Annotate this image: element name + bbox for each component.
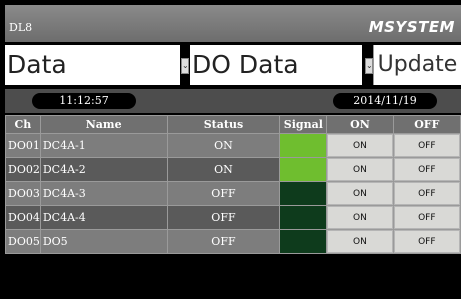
hmi-screen: DL8 MSYSTEM Data ⌄ DO Data ⌄ Update 11:1… [5, 5, 461, 299]
on-cell: ON [326, 157, 394, 182]
channel-cell: DO01 [5, 133, 41, 158]
name-cell: DO5 [39, 229, 168, 254]
on-button[interactable]: ON [327, 230, 393, 253]
name-cell: DC4A-3 [39, 181, 168, 206]
status-cell: OFF [166, 181, 281, 206]
off-cell: OFF [392, 229, 461, 254]
table-row: DO01 DC4A-1 ON ON OFF [5, 133, 461, 158]
off-cell: OFF [392, 157, 461, 182]
table-row: DO02 DC4A-2 ON ON OFF [5, 157, 461, 182]
signal-indicator [280, 230, 327, 253]
header-signal: Signal [279, 115, 328, 134]
signal-indicator [280, 134, 327, 157]
view-dropdown-arrow-icon[interactable]: ⌄ [365, 58, 373, 74]
msystem-logo: MSYSTEM [368, 18, 455, 36]
status-cell: OFF [166, 229, 281, 254]
table-header-row: Ch Name Status Signal ON OFF [5, 115, 461, 134]
off-cell: OFF [392, 133, 461, 158]
app-title: DL8 [9, 21, 33, 34]
channel-cell: DO04 [5, 205, 41, 230]
category-dropdown[interactable]: Data [5, 45, 180, 85]
view-value: DO Data [192, 50, 299, 79]
on-cell: ON [326, 229, 394, 254]
on-button[interactable]: ON [327, 206, 393, 229]
table-row: DO03 DC4A-3 OFF ON OFF [5, 181, 461, 206]
header-ch: Ch [5, 115, 41, 134]
status-bar: 11:12:57 2014/11/19 [5, 89, 461, 113]
name-cell: DC4A-1 [39, 133, 168, 158]
on-cell: ON [326, 181, 394, 206]
signal-indicator [280, 182, 327, 205]
table-row: DO05 DO5 OFF ON OFF [5, 229, 461, 254]
view-dropdown[interactable]: DO Data [190, 45, 362, 85]
table-row: DO04 DC4A-4 OFF ON OFF [5, 205, 461, 230]
on-button[interactable]: ON [327, 134, 393, 157]
on-button[interactable]: ON [327, 182, 393, 205]
date-display: 2014/11/19 [333, 93, 437, 109]
time-display: 11:12:57 [32, 93, 136, 109]
signal-indicator [280, 158, 327, 181]
on-cell: ON [326, 133, 394, 158]
signal-cell [279, 181, 328, 206]
category-dropdown-arrow-icon[interactable]: ⌄ [181, 58, 189, 74]
on-button[interactable]: ON [327, 158, 393, 181]
header-status: Status [166, 115, 281, 134]
name-cell: DC4A-2 [39, 157, 168, 182]
status-cell: ON [166, 157, 281, 182]
channel-cell: DO03 [5, 181, 41, 206]
header-off: OFF [392, 115, 461, 134]
signal-cell [279, 157, 328, 182]
off-button[interactable]: OFF [393, 206, 460, 229]
channel-cell: DO05 [5, 229, 41, 254]
title-bar: DL8 MSYSTEM [5, 5, 461, 42]
update-button[interactable]: Update [373, 45, 461, 85]
signal-cell [279, 229, 328, 254]
off-button[interactable]: OFF [393, 158, 460, 181]
off-cell: OFF [392, 181, 461, 206]
channel-cell: DO02 [5, 157, 41, 182]
header-on: ON [326, 115, 394, 134]
name-cell: DC4A-4 [39, 205, 168, 230]
control-bar: Data ⌄ DO Data ⌄ Update [5, 45, 461, 85]
off-button[interactable]: OFF [393, 230, 460, 253]
off-button[interactable]: OFF [393, 182, 460, 205]
off-cell: OFF [392, 205, 461, 230]
on-cell: ON [326, 205, 394, 230]
header-name: Name [39, 115, 168, 134]
off-button[interactable]: OFF [393, 134, 460, 157]
signal-cell [279, 205, 328, 230]
do-data-table: Ch Name Status Signal ON OFF DO01 DC4A-1… [5, 115, 461, 254]
signal-cell [279, 133, 328, 158]
category-value: Data [7, 50, 67, 79]
status-cell: OFF [166, 205, 281, 230]
signal-indicator [280, 206, 327, 229]
status-cell: ON [166, 133, 281, 158]
